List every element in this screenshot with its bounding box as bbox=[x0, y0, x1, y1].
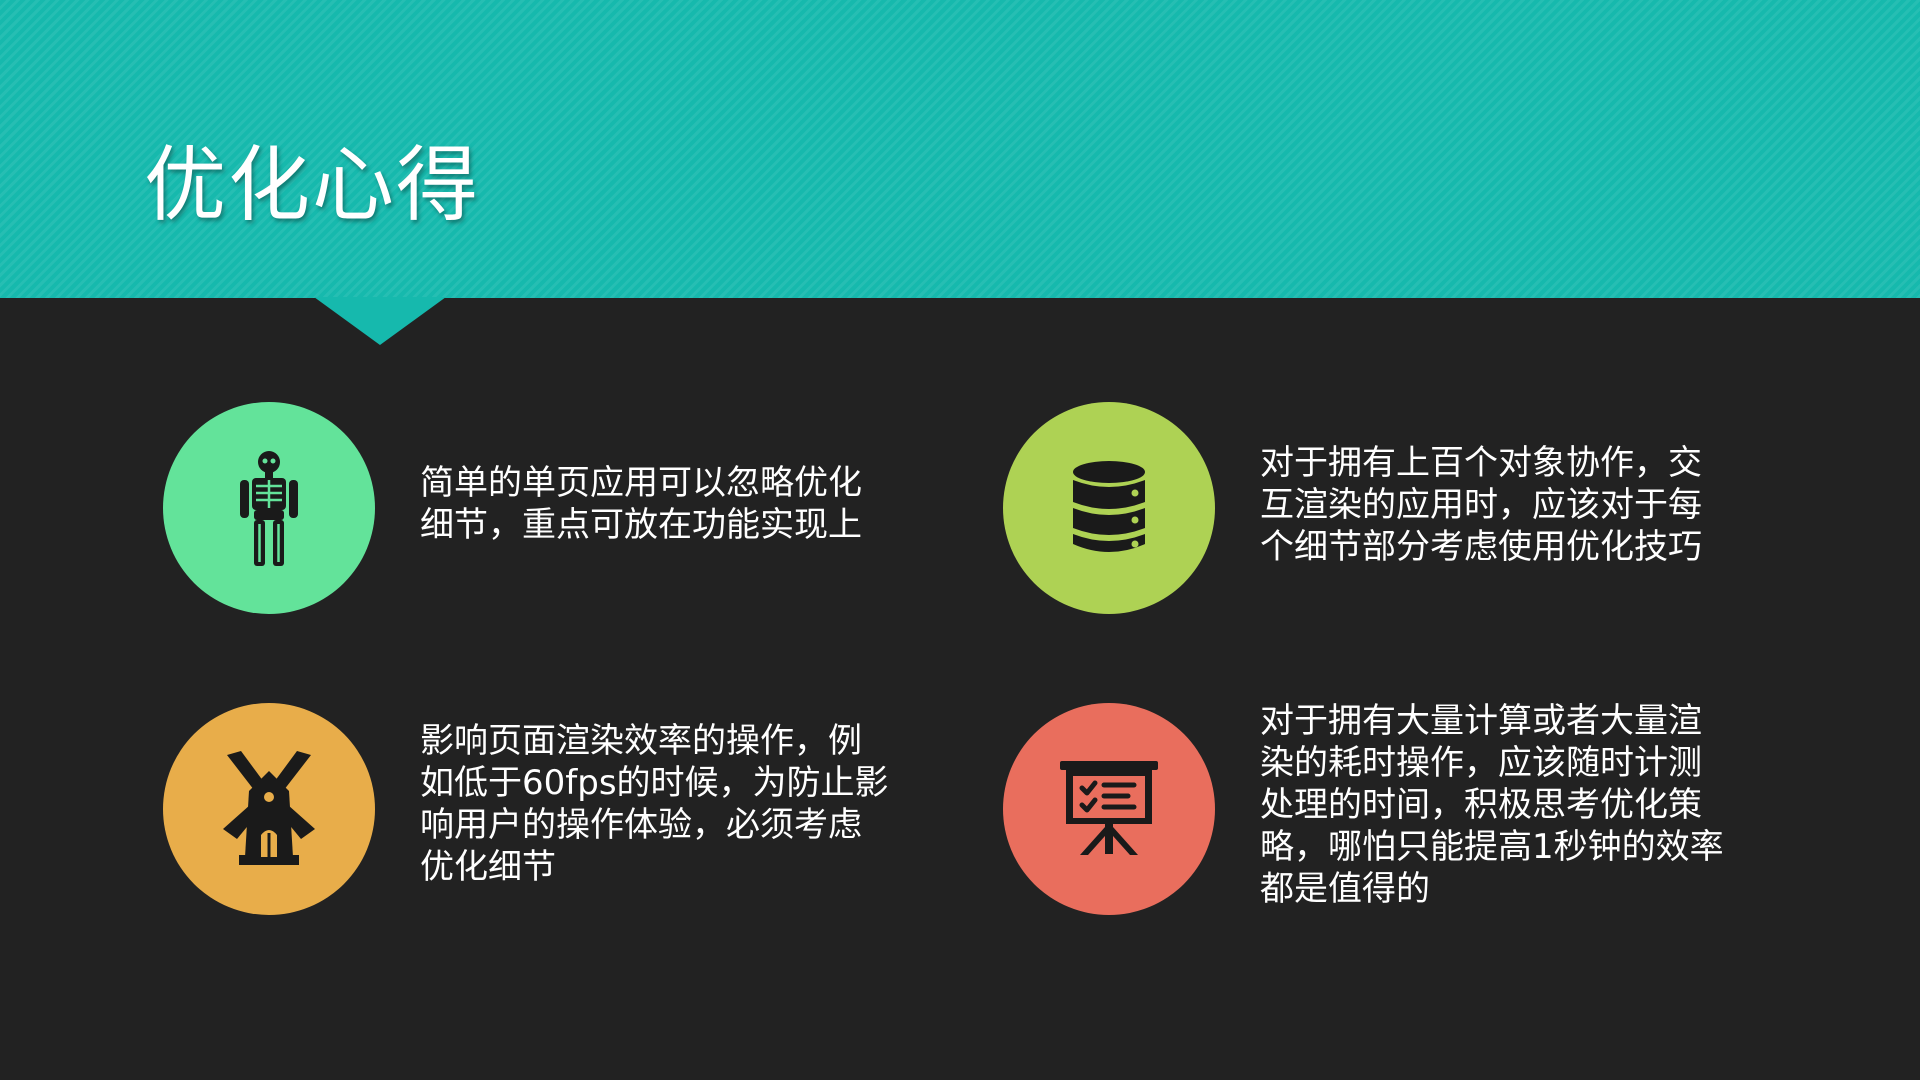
slide-title: 优化心得 bbox=[144, 138, 481, 233]
presentation-board-icon bbox=[1060, 761, 1158, 855]
banner-pointer bbox=[314, 297, 446, 345]
presentation-board-icon-circle bbox=[1003, 703, 1215, 915]
item-text-render-efficiency: 影响页面渲染效率的操作，例 如低于60fps的时候，为防止影 响用户的操作体验，… bbox=[420, 721, 889, 887]
windmill-icon bbox=[223, 751, 315, 865]
skeleton-icon bbox=[240, 451, 298, 566]
database-icon bbox=[1073, 461, 1145, 552]
windmill-icon-circle bbox=[163, 703, 375, 915]
skeleton-icon-circle bbox=[163, 402, 375, 614]
database-icon-circle bbox=[1003, 402, 1215, 614]
item-text-heavy-computation: 对于拥有大量计算或者大量渲 染的耗时操作，应该随时计测 处理的时间，积极思考优化… bbox=[1260, 701, 1724, 909]
item-text-single-page: 简单的单页应用可以忽略优化 细节，重点可放在功能实现上 bbox=[420, 463, 862, 545]
item-text-many-objects: 对于拥有上百个对象协作，交 互渲染的应用时，应该对于每 个细节部分考虑使用优化技… bbox=[1260, 443, 1702, 567]
